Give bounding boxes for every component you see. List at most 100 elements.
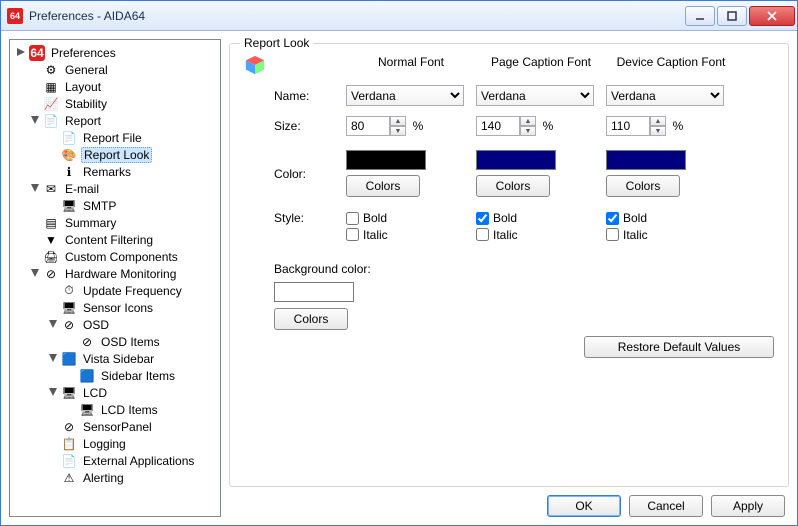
normal-italic[interactable] (346, 228, 359, 241)
tree-item-osd[interactable]: ⊘OSD (12, 316, 218, 333)
spin-up[interactable]: ▲ (390, 116, 406, 126)
tree-item-report-look[interactable]: 🎨Report Look (12, 146, 218, 163)
tree-item-osd-items[interactable]: ⊘OSD Items (12, 333, 218, 350)
label-color: Color: (274, 167, 346, 181)
tree-item-label: Remarks (81, 165, 133, 179)
tree-item-icon: 🖥 (61, 300, 77, 316)
tree-item-layout[interactable]: ▦Layout (12, 78, 218, 95)
close-button[interactable] (749, 6, 795, 26)
tree-item-icon: ⊘ (61, 419, 77, 435)
tree-item-lcd-items[interactable]: 🖥LCD Items (12, 401, 218, 418)
collapse-icon[interactable] (30, 183, 41, 194)
spin-down[interactable]: ▼ (520, 126, 536, 136)
page-italic[interactable] (476, 228, 489, 241)
tree-item-label: Summary (63, 216, 118, 230)
tree-item-label: Report (63, 114, 103, 128)
tree-item-icon: 🟦 (79, 368, 95, 384)
page-size[interactable] (476, 116, 520, 136)
tree-item-custom-components[interactable]: 🖨 Custom Components (12, 248, 218, 265)
normal-color-swatch (346, 150, 426, 170)
minimize-button[interactable] (685, 6, 715, 26)
tree-item-report[interactable]: 📄 Report (12, 112, 218, 129)
tree-item-report-file[interactable]: 📄Report File (12, 129, 218, 146)
tree-item-label: OSD Items (99, 335, 162, 349)
device-italic[interactable] (606, 228, 619, 241)
tree-item-e-mail[interactable]: ✉E-mail (12, 180, 218, 197)
restore-defaults-button[interactable]: Restore Default Values (584, 336, 774, 358)
content-pane: Report Look Normal Font Page Caption Fon… (229, 39, 789, 517)
collapse-icon[interactable] (30, 115, 41, 126)
device-font-name[interactable]: Verdana (606, 85, 724, 106)
spin-up[interactable]: ▲ (650, 116, 666, 126)
collapse-icon[interactable] (48, 387, 59, 398)
spin-down[interactable]: ▼ (390, 126, 406, 136)
normal-colors-button[interactable]: Colors (346, 175, 420, 197)
preferences-tree[interactable]: 64 Preferences ⚙ General▦Layout📈Stability… (9, 39, 221, 517)
collapse-icon[interactable] (30, 268, 41, 279)
tree-item-sensorpanel[interactable]: ⊘SensorPanel (12, 418, 218, 435)
normal-size[interactable] (346, 116, 390, 136)
app-icon: 64 (7, 8, 23, 24)
tree-item-label: General (63, 63, 110, 77)
tree-item-icon: 🖨 (43, 249, 59, 265)
tree-item-icon: 🖥 (61, 385, 77, 401)
page-bold[interactable] (476, 212, 489, 225)
svg-text:64: 64 (30, 46, 44, 60)
tree-item-icon: ⚠ (61, 470, 77, 486)
tree-root-label: Preferences (49, 46, 118, 60)
tree-item-label: OSD (81, 318, 111, 332)
tree-item-icon: 📄 (43, 113, 59, 129)
tree-item-update-frequency[interactable]: ⏱Update Frequency (12, 282, 218, 299)
tree-item-label: External Applications (81, 454, 196, 468)
report-look-group: Report Look Normal Font Page Caption Fon… (229, 43, 789, 487)
preferences-window: 64 Preferences - AIDA64 64 Preferences ⚙… (0, 0, 798, 526)
tree-item-label: Custom Components (63, 250, 180, 264)
maximize-button[interactable] (717, 6, 747, 26)
collapse-icon[interactable] (48, 353, 59, 364)
collapse-icon[interactable] (48, 319, 59, 330)
tree-item-icon: ⚙ (43, 62, 59, 78)
tree-item-smtp[interactable]: 🖥SMTP (12, 197, 218, 214)
tree-item-general[interactable]: ⚙ General (12, 61, 218, 78)
tree-item-icon: ▼ (43, 232, 59, 248)
tree-item-label: Sidebar Items (99, 369, 177, 383)
page-colors-button[interactable]: Colors (476, 175, 550, 197)
tree-item-content-filtering[interactable]: ▼Content Filtering (12, 231, 218, 248)
tree-item-summary[interactable]: ▤Summary (12, 214, 218, 231)
tree-item-hardware-monitoring[interactable]: ⊘Hardware Monitoring (12, 265, 218, 282)
device-color-swatch (606, 150, 686, 170)
device-colors-button[interactable]: Colors (606, 175, 680, 197)
tree-item-label: SMTP (81, 199, 118, 213)
tree-item-logging[interactable]: 📋Logging (12, 435, 218, 452)
tree-item-icon: ▦ (43, 79, 59, 95)
device-bold[interactable] (606, 212, 619, 225)
tree-item-vista-sidebar[interactable]: 🟦Vista Sidebar (12, 350, 218, 367)
tree-item-remarks[interactable]: ℹRemarks (12, 163, 218, 180)
titlebar[interactable]: 64 Preferences - AIDA64 (1, 1, 797, 31)
tree-item-stability[interactable]: 📈Stability (12, 95, 218, 112)
tree-item-icon: ⊘ (43, 266, 59, 282)
normal-font-name[interactable]: Verdana (346, 85, 464, 106)
apply-button[interactable]: Apply (711, 495, 785, 517)
tree-item-sidebar-items[interactable]: 🟦 Sidebar Items (12, 367, 218, 384)
tree-item-alerting[interactable]: ⚠Alerting (12, 469, 218, 486)
tree-item-sensor-icons[interactable]: 🖥Sensor Icons (12, 299, 218, 316)
label-style: Style: (274, 211, 346, 225)
expand-icon[interactable] (16, 47, 27, 58)
tree-item-lcd[interactable]: 🖥LCD (12, 384, 218, 401)
device-size[interactable] (606, 116, 650, 136)
tree-item-external-applications[interactable]: 📄External Applications (12, 452, 218, 469)
spin-down[interactable]: ▼ (650, 126, 666, 136)
tree-root[interactable]: 64 Preferences (12, 44, 218, 61)
tree-item-icon: 📈 (43, 96, 59, 112)
page-font-name[interactable]: Verdana (476, 85, 594, 106)
ok-button[interactable]: OK (547, 495, 621, 517)
tree-item-label: LCD Items (99, 403, 160, 417)
tree-item-label: E-mail (63, 182, 101, 196)
tree-item-icon: ⏱ (61, 283, 77, 299)
spin-up[interactable]: ▲ (520, 116, 536, 126)
cancel-button[interactable]: Cancel (629, 495, 703, 517)
tree-item-icon: 📋 (61, 436, 77, 452)
bgcolor-button[interactable]: Colors (274, 308, 348, 330)
normal-bold[interactable] (346, 212, 359, 225)
